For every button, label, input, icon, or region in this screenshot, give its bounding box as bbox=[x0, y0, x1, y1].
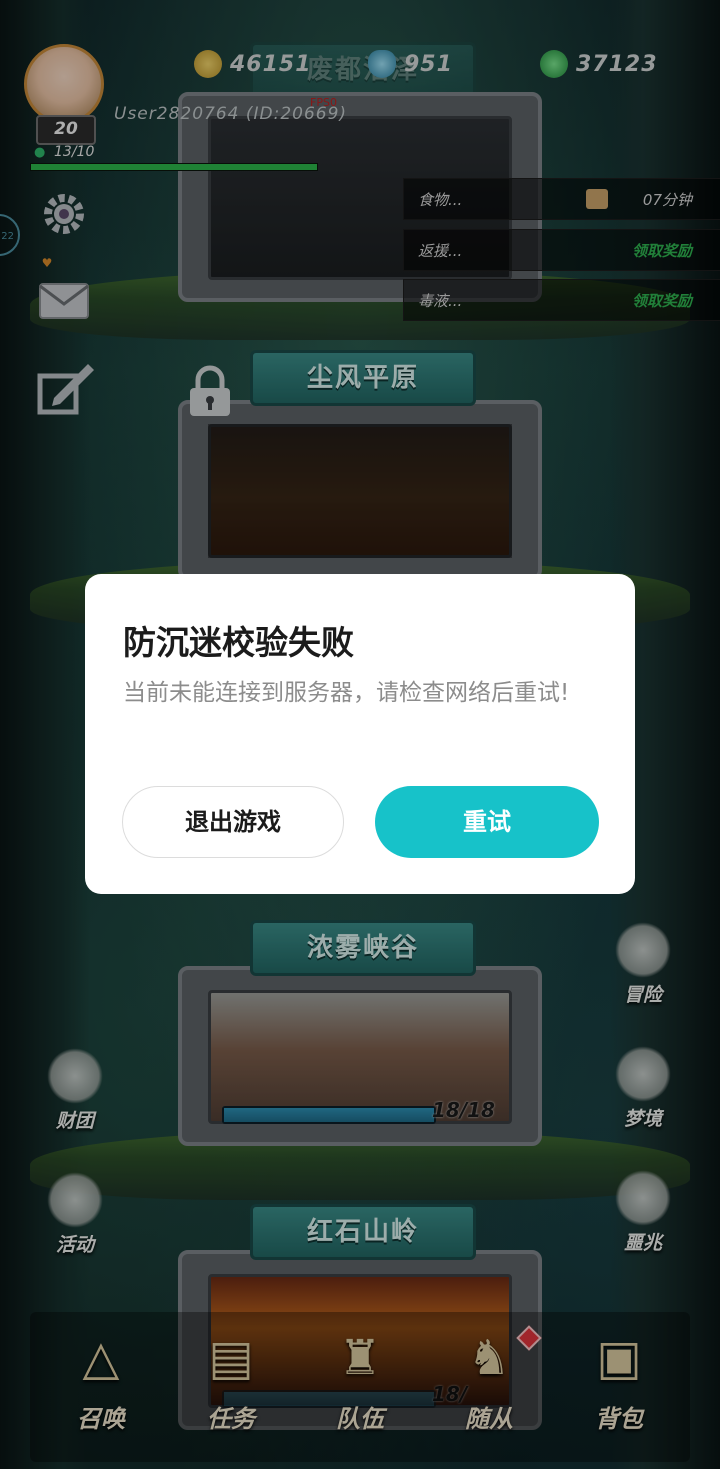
retry-button[interactable]: 重试 bbox=[375, 786, 599, 858]
dialog-message: 当前未能连接到服务器，请检查网络后重试! bbox=[123, 680, 570, 706]
anti-addiction-dialog: 防沉迷校验失败 当前未能连接到服务器，请检查网络后重试! 退出游戏 重试 bbox=[85, 574, 635, 894]
dialog-title: 防沉迷校验失败 bbox=[123, 623, 354, 662]
exit-game-button[interactable]: 退出游戏 bbox=[122, 786, 344, 858]
